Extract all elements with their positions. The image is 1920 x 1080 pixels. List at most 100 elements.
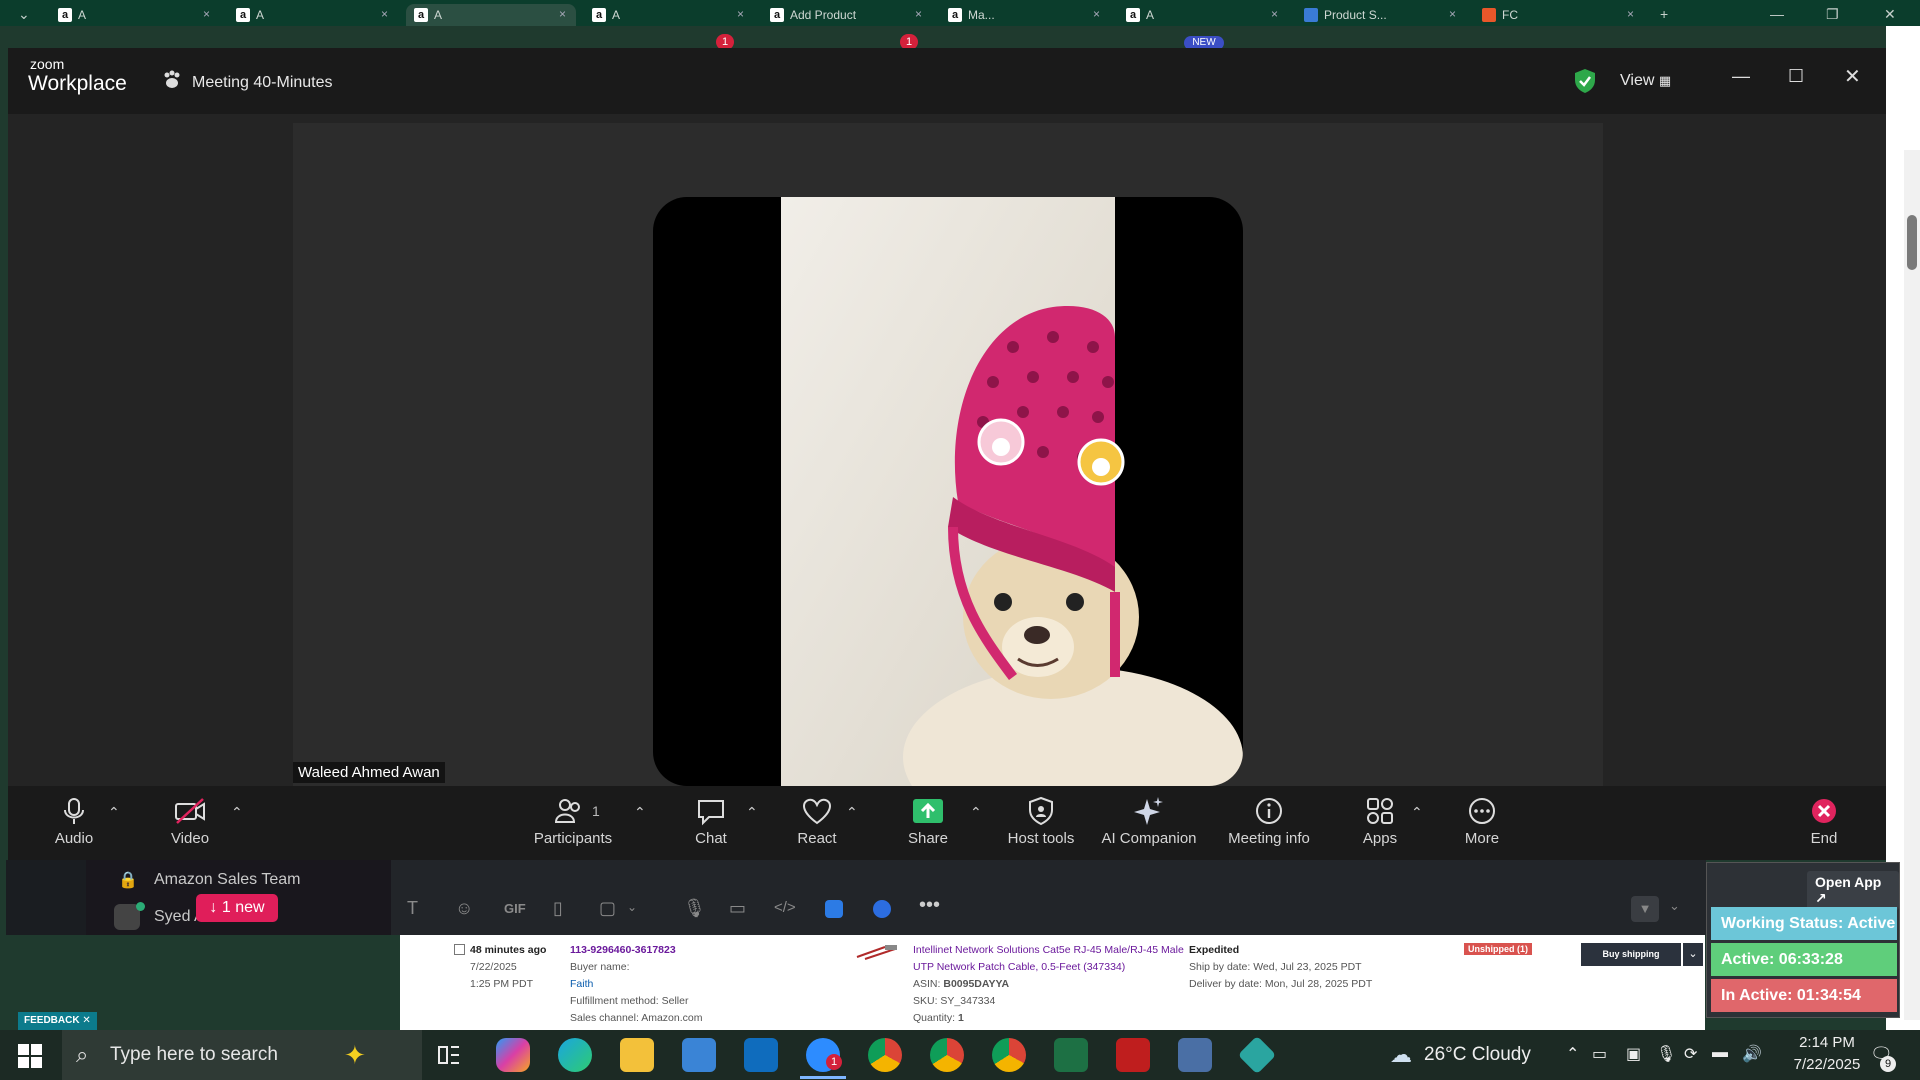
file-explorer-icon[interactable] [620,1038,654,1072]
tab-close-icon[interactable]: × [737,7,744,21]
new-tab-icon[interactable]: + [1660,6,1668,22]
tab-close-icon[interactable]: × [559,7,566,21]
chevron-down-icon[interactable]: ⌄ [1669,898,1680,914]
edge-browser-icon[interactable] [558,1038,592,1072]
show-hidden-icons[interactable]: ⌃ [1566,1044,1579,1064]
participants-button[interactable]: Participants [523,796,623,847]
shortcut-icon[interactable]: ▢ [599,898,616,919]
outlook-icon[interactable] [744,1038,778,1072]
windows-start-icon[interactable] [18,1044,42,1073]
channel-name[interactable]: Amazon Sales Team [154,871,300,889]
browser-tab-5[interactable]: a Add Product × [762,4,932,26]
end-meeting-button[interactable]: End [1774,796,1874,847]
apps-options-caret[interactable]: ⌃ [1411,804,1423,821]
participant-video[interactable] [653,197,1243,786]
filter-icon[interactable]: ▼ [1631,896,1659,922]
browser-tab-3[interactable]: a A × [406,4,576,26]
browser-tab-6[interactable]: a Ma... × [940,4,1110,26]
product-title-link-line2[interactable]: UTP Network Patch Cable, 0.5-Feet (34733… [913,961,1125,973]
microphone-tray-icon[interactable]: 🎙 [1656,1044,1676,1064]
zoom-app-icon[interactable] [873,900,891,918]
tab-close-icon[interactable]: × [915,7,922,21]
product-thumbnail[interactable] [855,943,901,961]
browser-close-icon[interactable]: ✕ [1884,6,1896,23]
vpn-icon[interactable]: ⟳ [1684,1044,1697,1064]
ai-companion-button[interactable]: AI Companion [1093,796,1205,847]
text-format-icon[interactable]: T [407,898,418,919]
tab-close-icon[interactable]: × [381,7,388,21]
app-icon[interactable] [825,900,843,918]
copilot-app-icon[interactable] [496,1038,530,1072]
chat-options-caret[interactable]: ⌃ [746,804,758,821]
chrome-profile-3-icon[interactable] [992,1038,1026,1072]
chevron-down-icon[interactable]: ⌄ [627,900,637,914]
order-checkbox[interactable] [454,944,465,955]
taskbar-time[interactable]: 2:14 PM [1782,1034,1872,1051]
battery-icon[interactable]: ▬ [1712,1044,1728,1062]
gif-button[interactable]: GIF [504,901,526,916]
browser-tab-7[interactable]: a A × [1118,4,1288,26]
weather-text[interactable]: 26°C Cloudy [1424,1044,1531,1066]
emoji-icon[interactable]: ☺ [455,898,473,919]
taskbar-search-box[interactable]: ⌕ Type here to search ✦ [62,1030,422,1080]
react-options-caret[interactable]: ⌃ [846,804,858,821]
microsoft-store-icon[interactable] [682,1038,716,1072]
page-scrollbar[interactable] [1904,150,1920,1020]
browser-menu-icon[interactable]: ⋮ [1892,60,1910,81]
minimize-icon[interactable]: — [1732,66,1750,87]
close-icon[interactable]: ✕ [1844,64,1861,89]
task-view-icon[interactable] [432,1038,466,1072]
new-messages-button[interactable]: ↓ 1 new [196,894,278,922]
buyer-name-link[interactable]: Faith [570,978,593,990]
taskbar-date[interactable]: 7/22/2025 [1782,1056,1872,1073]
video-options-caret[interactable]: ⌃ [231,804,243,821]
meeting-info-button[interactable]: Meeting info [1219,796,1319,847]
browser-restore-icon[interactable]: ❐ [1826,6,1839,23]
calculator-icon[interactable] [1178,1038,1212,1072]
participants-options-caret[interactable]: ⌃ [634,804,646,821]
encryption-shield-icon[interactable] [1573,68,1597,99]
feedback-tab[interactable]: FEEDBACK ✕ [18,1012,97,1030]
filezilla-icon[interactable] [1116,1038,1150,1072]
scrollbar-thumb[interactable] [1907,215,1917,270]
browser-tab-1[interactable]: a A × [50,4,220,26]
video-clip-icon[interactable]: ▭ [729,898,746,919]
close-icon[interactable]: ✕ [82,1015,90,1026]
excel-icon[interactable] [1054,1038,1088,1072]
attach-file-icon[interactable]: ▯ [553,898,563,919]
code-icon[interactable]: </> [774,899,796,916]
chrome-profile-1-icon[interactable] [868,1038,902,1072]
tab-close-icon[interactable]: × [1449,7,1456,21]
end-label: End [1810,830,1838,847]
browser-minimize-icon[interactable]: — [1770,6,1784,22]
tab-close-icon[interactable]: × [1271,7,1278,21]
buy-shipping-dropdown[interactable]: ⌄ [1683,943,1703,966]
browser-tab-8[interactable]: Product S... × [1296,4,1466,26]
host-tools-button[interactable]: Host tools [991,796,1091,847]
browser-tab-9[interactable]: FC × [1474,4,1644,26]
order-id-link[interactable]: 113-9296460-3617823 [570,944,676,956]
tab-search-icon[interactable]: ⌄ [18,6,30,23]
audio-options-caret[interactable]: ⌃ [108,804,120,821]
product-title-link[interactable]: Intellinet Network Solutions Cat5e RJ-45… [913,944,1184,956]
more-icon[interactable]: ••• [919,894,940,917]
browser-tab-4[interactable]: a A × [584,4,754,26]
microphone-icon[interactable]: 🎙 [683,898,706,919]
meeting-title[interactable]: Meeting 40-Minutes [192,74,333,92]
share-button[interactable]: Share [878,796,978,847]
more-button[interactable]: More [1432,796,1532,847]
tab-close-icon[interactable]: × [1093,7,1100,21]
open-app-button[interactable]: Open App ↗ [1807,871,1899,910]
view-button[interactable]: View ▦ [1620,66,1692,96]
maximize-icon[interactable]: ☐ [1788,66,1804,87]
tab-close-icon[interactable]: × [1627,7,1634,21]
tab-close-icon[interactable]: × [203,7,210,21]
browser-tab-2[interactable]: a A × [228,4,398,26]
camera-icon[interactable]: ▣ [1626,1044,1641,1064]
share-options-caret[interactable]: ⌃ [970,804,982,821]
display-icon[interactable]: ▭ [1592,1044,1607,1064]
volume-icon[interactable]: 🔊 [1742,1044,1762,1064]
video-button[interactable]: Video [140,796,240,847]
buy-shipping-button[interactable]: Buy shipping [1581,943,1681,966]
chrome-profile-2-icon[interactable] [930,1038,964,1072]
